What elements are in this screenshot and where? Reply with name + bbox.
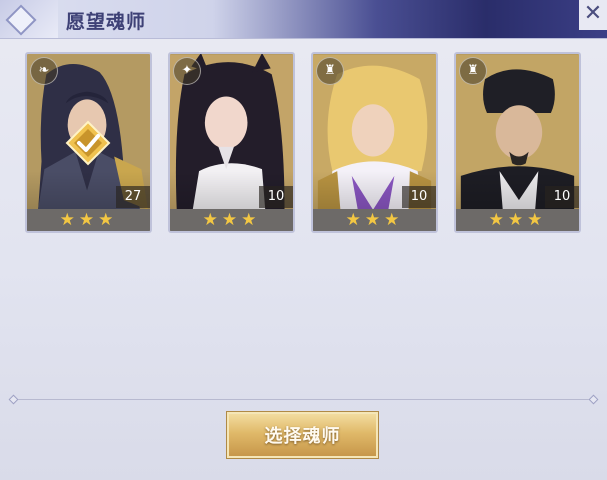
soul-master-card-2[interactable]: ✦ 10 ★★★	[168, 52, 295, 233]
star-rating: ★★★	[313, 209, 436, 231]
level-badge: 27	[116, 186, 150, 208]
title-bar: 愿望魂师 ✕	[0, 0, 607, 39]
soul-master-card-4[interactable]: ♜ 10 ★★★	[454, 52, 581, 233]
soul-master-card-1[interactable]: ❧ 27 ★★★	[25, 52, 152, 233]
star-rating: ★★★	[456, 209, 579, 231]
select-soul-master-button[interactable]: 选择魂师	[227, 412, 378, 458]
tower-icon: ♜	[459, 57, 487, 85]
section-divider	[12, 399, 595, 400]
soul-master-card-3[interactable]: ♜ 10 ★★★	[311, 52, 438, 233]
selected-check-icon	[65, 120, 111, 166]
level-badge: 10	[402, 186, 436, 208]
close-button[interactable]: ✕	[579, 0, 607, 30]
star-rating: ★★★	[170, 209, 293, 231]
tower-icon: ♜	[316, 57, 344, 85]
page-title: 愿望魂师	[66, 11, 147, 33]
level-badge: 10	[545, 186, 579, 208]
star-rating: ★★★	[27, 209, 150, 231]
bird-icon: ✦	[173, 57, 201, 85]
wing-icon: ❧	[30, 57, 58, 85]
header-ornament	[0, 0, 58, 38]
level-badge: 10	[259, 186, 293, 208]
